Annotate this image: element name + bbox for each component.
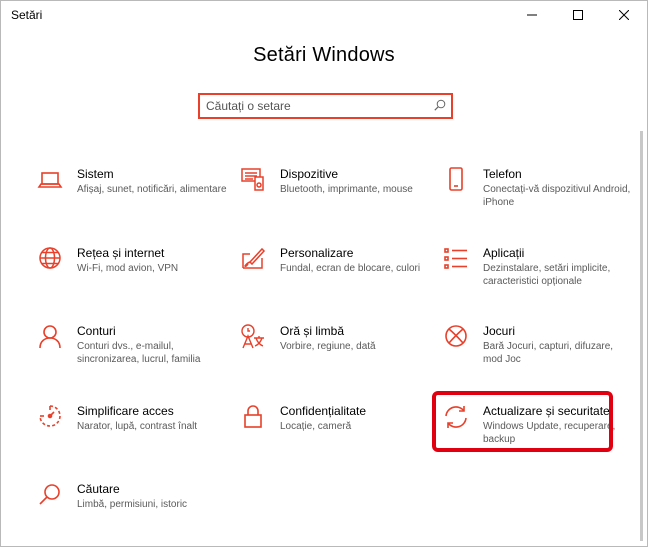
window-title: Setări (11, 8, 43, 22)
search-box[interactable] (198, 93, 453, 119)
tile-apps[interactable]: Aplicații Dezinstalare, setări implicite… (443, 246, 633, 308)
laptop-icon (37, 167, 63, 193)
tile-title: Confidențialitate (280, 404, 367, 418)
devices-icon (240, 167, 266, 193)
close-button[interactable] (601, 1, 647, 29)
tile-description: Conectați-vă dispozitivul Android, iPhon… (483, 184, 631, 208)
tile-network[interactable]: Rețea și internet Wi-Fi, mod avion, VPN (37, 246, 227, 308)
tile-ease-of-access[interactable]: Simplificare acces Narator, lupă, contra… (37, 404, 227, 466)
tile-description: Bluetooth, imprimante, mouse (280, 184, 413, 195)
tile-title: Aplicații (483, 246, 525, 260)
settings-window: Setări Setări Windows Căutați o setare S… (0, 0, 648, 547)
search-input[interactable] (206, 95, 426, 117)
lock-icon (240, 404, 266, 430)
tile-description: Narator, lupă, contrast înalt (77, 421, 198, 432)
tile-description: Windows Update, recuperare, backup (483, 421, 616, 445)
ease-of-access-icon (37, 404, 63, 430)
paintbrush-icon (240, 246, 266, 272)
title-bar: Setări (1, 1, 647, 31)
tile-description: Locație, cameră (280, 421, 352, 432)
tile-devices[interactable]: Dispozitive Bluetooth, imprimante, mouse (240, 167, 430, 229)
tile-description: Bară Jocuri, capturi, difuzare, mod Joc (483, 341, 614, 365)
tile-system[interactable]: Sistem Afișaj, sunet, notificări, alimen… (37, 167, 227, 229)
tile-description: Vorbire, regiune, dată (280, 341, 376, 352)
tile-title: Oră și limbă (280, 324, 345, 338)
page-title: Setări Windows (253, 44, 395, 66)
tile-title: Actualizare și securitate (483, 404, 610, 418)
apps-list-icon (443, 246, 469, 272)
tile-privacy[interactable]: Confidențialitate Locație, cameră (240, 404, 430, 466)
tile-description: Wi-Fi, mod avion, VPN (77, 263, 179, 274)
globe-icon (37, 246, 63, 272)
tile-title: Telefon (483, 167, 522, 181)
tile-search[interactable]: Căutare Limbă, permisiuni, istoric (37, 482, 227, 544)
maximize-icon (573, 10, 583, 20)
tile-time-language[interactable]: Oră și limbă Vorbire, regiune, dată (240, 324, 430, 386)
maximize-button[interactable] (555, 1, 601, 29)
tile-title: Simplificare acces (77, 404, 174, 418)
tile-title: Căutare (77, 482, 120, 496)
xbox-icon (443, 324, 469, 350)
minimize-button[interactable] (509, 1, 555, 29)
update-icon (443, 404, 469, 430)
search-icon (37, 482, 63, 508)
tile-description: Conturi dvs., e-mailul, sincronizarea, l… (77, 341, 201, 365)
close-icon (619, 10, 629, 20)
scrollbar[interactable] (640, 131, 643, 541)
tile-personalization[interactable]: Personalizare Fundal, ecran de blocare, … (240, 246, 430, 308)
tile-accounts[interactable]: Conturi Conturi dvs., e-mailul, sincroni… (37, 324, 227, 386)
tile-title: Sistem (77, 167, 114, 181)
tile-title: Personalizare (280, 246, 354, 260)
tile-description: Afișaj, sunet, notificări, alimentare (77, 184, 227, 195)
tile-title: Jocuri (483, 324, 516, 338)
tile-description: Limbă, permisiuni, istoric (77, 499, 188, 510)
person-icon (37, 324, 63, 350)
tile-description: Fundal, ecran de blocare, culori (280, 263, 421, 274)
tile-update-security[interactable]: Actualizare și securitate Windows Update… (443, 404, 633, 466)
tile-title: Rețea și internet (77, 246, 165, 260)
search-icon[interactable] (434, 99, 446, 111)
time-language-icon (240, 324, 266, 350)
tile-title: Conturi (77, 324, 116, 338)
tile-gaming[interactable]: Jocuri Bară Jocuri, capturi, difuzare, m… (443, 324, 633, 386)
tile-description: Dezinstalare, setări implicite, caracter… (483, 263, 611, 287)
tile-phone[interactable]: Telefon Conectați-vă dispozitivul Androi… (443, 167, 633, 229)
tile-title: Dispozitive (280, 167, 339, 181)
minimize-icon (527, 14, 537, 16)
phone-icon (443, 167, 469, 193)
